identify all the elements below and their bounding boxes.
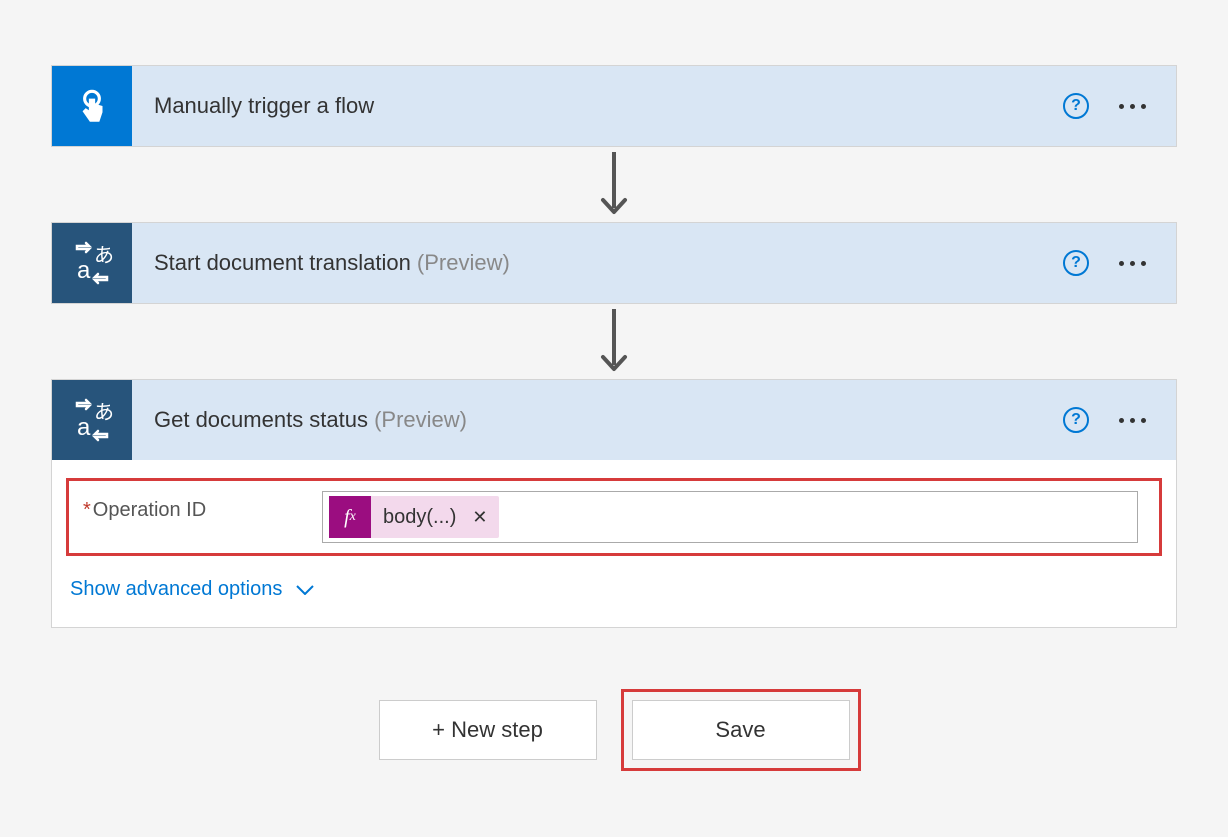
translation-step-card: a あ Start document translation (Preview)… bbox=[51, 222, 1177, 304]
trigger-step-header[interactable]: Manually trigger a flow ? bbox=[52, 66, 1176, 146]
fx-icon: fx bbox=[329, 496, 371, 538]
translator-icon: a あ bbox=[67, 395, 117, 445]
touch-icon bbox=[71, 85, 113, 127]
bottom-button-row: + New step Save bbox=[379, 700, 850, 760]
more-menu-icon[interactable] bbox=[1119, 104, 1146, 109]
more-menu-icon[interactable] bbox=[1119, 261, 1146, 266]
trigger-title: Manually trigger a flow bbox=[132, 93, 1063, 119]
translation-title-text: Start document translation bbox=[154, 250, 417, 275]
status-step-header[interactable]: a あ Get documents status (Preview) ? bbox=[52, 380, 1176, 460]
translation-title: Start document translation (Preview) bbox=[132, 250, 1063, 276]
help-icon[interactable]: ? bbox=[1063, 407, 1089, 433]
status-title-text: Get documents status bbox=[154, 407, 374, 432]
status-step-body: *Operation ID fx body(...) ✕ Show advanc… bbox=[52, 460, 1176, 627]
translator-icon: a あ bbox=[67, 238, 117, 288]
svg-text:a: a bbox=[77, 414, 91, 441]
connector-arrow bbox=[599, 147, 629, 222]
operation-id-field: *Operation ID fx body(...) ✕ bbox=[66, 478, 1162, 556]
new-step-button[interactable]: + New step bbox=[379, 700, 597, 760]
status-step-card: a あ Get documents status (Preview) ? *Op… bbox=[51, 379, 1177, 628]
translation-step-header[interactable]: a あ Start document translation (Preview)… bbox=[52, 223, 1176, 303]
field-label-text: Operation ID bbox=[93, 499, 206, 521]
more-menu-icon[interactable] bbox=[1119, 418, 1146, 423]
trigger-step-card: Manually trigger a flow ? bbox=[51, 65, 1177, 147]
svg-text:あ: あ bbox=[94, 402, 114, 424]
preview-tag: (Preview) bbox=[417, 250, 510, 275]
help-icon[interactable]: ? bbox=[1063, 93, 1089, 119]
connector-arrow bbox=[599, 304, 629, 379]
translation-icon: a あ bbox=[52, 223, 132, 303]
operation-id-label: *Operation ID bbox=[77, 491, 322, 522]
chevron-down-icon bbox=[296, 585, 314, 595]
trigger-icon bbox=[52, 66, 132, 146]
preview-tag: (Preview) bbox=[374, 407, 467, 432]
svg-text:a: a bbox=[77, 257, 91, 284]
status-icon: a あ bbox=[52, 380, 132, 460]
required-indicator: * bbox=[83, 499, 91, 521]
save-button[interactable]: Save bbox=[632, 700, 850, 760]
svg-text:あ: あ bbox=[94, 245, 114, 267]
advanced-link-text: Show advanced options bbox=[70, 578, 282, 601]
expression-token[interactable]: fx body(...) ✕ bbox=[329, 496, 499, 538]
remove-token-icon[interactable]: ✕ bbox=[468, 507, 491, 528]
token-label: body(...) bbox=[371, 506, 468, 529]
show-advanced-options-link[interactable]: Show advanced options bbox=[66, 578, 1162, 601]
help-icon[interactable]: ? bbox=[1063, 250, 1089, 276]
operation-id-input[interactable]: fx body(...) ✕ bbox=[322, 491, 1138, 543]
status-title: Get documents status (Preview) bbox=[132, 407, 1063, 433]
